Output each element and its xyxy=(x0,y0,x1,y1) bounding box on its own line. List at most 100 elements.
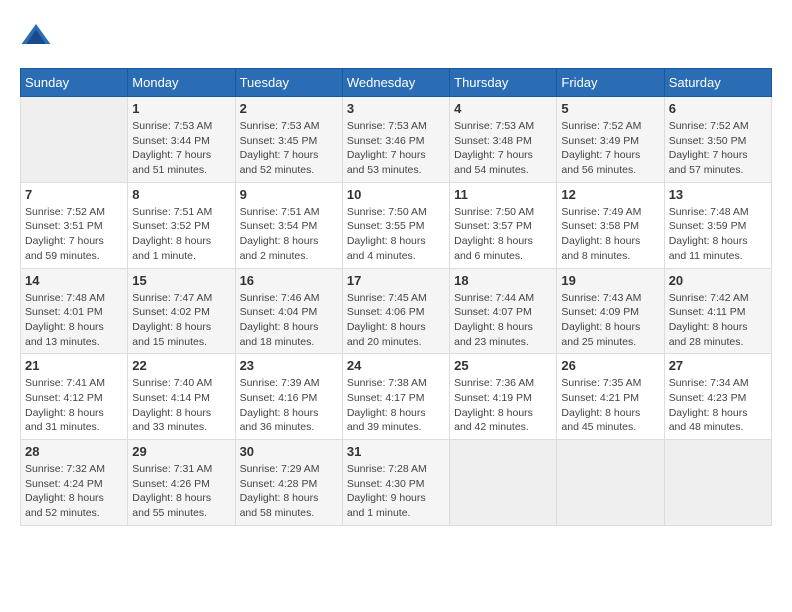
day-number: 11 xyxy=(454,187,552,202)
day-number: 2 xyxy=(240,101,338,116)
day-number: 9 xyxy=(240,187,338,202)
calendar-week-row: 14Sunrise: 7:48 AMSunset: 4:01 PMDayligh… xyxy=(21,268,772,354)
day-info: Sunrise: 7:35 AMSunset: 4:21 PMDaylight:… xyxy=(561,376,659,435)
day-header-saturday: Saturday xyxy=(664,69,771,97)
day-number: 17 xyxy=(347,273,445,288)
day-number: 18 xyxy=(454,273,552,288)
day-header-wednesday: Wednesday xyxy=(342,69,449,97)
calendar-table: SundayMondayTuesdayWednesdayThursdayFrid… xyxy=(20,68,772,526)
day-number: 13 xyxy=(669,187,767,202)
calendar-cell: 5Sunrise: 7:52 AMSunset: 3:49 PMDaylight… xyxy=(557,97,664,183)
day-info: Sunrise: 7:44 AMSunset: 4:07 PMDaylight:… xyxy=(454,291,552,350)
calendar-cell: 17 Sunrise: 7:45 AMSunset: 4:06 PMDayligh… xyxy=(342,268,449,354)
calendar-cell: 1 Sunrise: 7:53 AMSunset: 3:44 PMDaylight… xyxy=(128,97,235,183)
day-number: 10 xyxy=(347,187,445,202)
day-number: 16 xyxy=(240,273,338,288)
calendar-cell xyxy=(664,440,771,526)
calendar-cell: 31 Sunrise: 7:28 AMSunset: 4:30 PMDayligh… xyxy=(342,440,449,526)
day-info: Sunrise: 7:53 AMSunset: 3:48 PMDaylight:… xyxy=(454,119,552,178)
day-info: Sunrise: 7:40 AMSunset: 4:14 PMDaylight:… xyxy=(132,376,230,435)
day-number: 25 xyxy=(454,358,552,373)
day-info: Sunrise: 7:43 AMSunset: 4:09 PMDaylight:… xyxy=(561,291,659,350)
day-info: Sunrise: 7:39 AMSunset: 4:16 PMDaylight:… xyxy=(240,376,338,435)
day-number: 4 xyxy=(454,101,552,116)
day-info: Sunrise: 7:41 AMSunset: 4:12 PMDaylight:… xyxy=(25,376,123,435)
day-header-sunday: Sunday xyxy=(21,69,128,97)
day-info: Sunrise: 7:45 AMSunset: 4:06 PMDaylight:… xyxy=(347,291,445,350)
day-number: 31 xyxy=(347,444,445,459)
calendar-cell: 8Sunrise: 7:51 AMSunset: 3:52 PMDaylight… xyxy=(128,182,235,268)
day-header-tuesday: Tuesday xyxy=(235,69,342,97)
day-info: Sunrise: 7:53 AMSunset: 3:45 PMDaylight:… xyxy=(240,119,338,178)
day-number: 29 xyxy=(132,444,230,459)
day-number: 30 xyxy=(240,444,338,459)
calendar-cell: 29 Sunrise: 7:31 AMSunset: 4:26 PMDayligh… xyxy=(128,440,235,526)
calendar-cell: 9 Sunrise: 7:51 AMSunset: 3:54 PMDaylight… xyxy=(235,182,342,268)
calendar-header-row: SundayMondayTuesdayWednesdayThursdayFrid… xyxy=(21,69,772,97)
calendar-week-row: 21 Sunrise: 7:41 AMSunset: 4:12 PMDayligh… xyxy=(21,354,772,440)
day-number: 22 xyxy=(132,358,230,373)
calendar-cell: 18 Sunrise: 7:44 AMSunset: 4:07 PMDayligh… xyxy=(450,268,557,354)
calendar-cell: 30 Sunrise: 7:29 AMSunset: 4:28 PMDayligh… xyxy=(235,440,342,526)
day-number: 8 xyxy=(132,187,230,202)
calendar-cell: 24 Sunrise: 7:38 AMSunset: 4:17 PMDayligh… xyxy=(342,354,449,440)
calendar-cell: 2 Sunrise: 7:53 AMSunset: 3:45 PMDaylight… xyxy=(235,97,342,183)
day-info: Sunrise: 7:51 AMSunset: 3:54 PMDaylight:… xyxy=(240,205,338,264)
day-info: Sunrise: 7:46 AMSunset: 4:04 PMDaylight:… xyxy=(240,291,338,350)
day-info: Sunrise: 7:38 AMSunset: 4:17 PMDaylight:… xyxy=(347,376,445,435)
day-number: 12 xyxy=(561,187,659,202)
day-info: Sunrise: 7:32 AMSunset: 4:24 PMDaylight:… xyxy=(25,462,123,521)
day-number: 14 xyxy=(25,273,123,288)
day-info: Sunrise: 7:52 AMSunset: 3:51 PMDaylight:… xyxy=(25,205,123,264)
day-info: Sunrise: 7:29 AMSunset: 4:28 PMDaylight:… xyxy=(240,462,338,521)
calendar-cell: 14Sunrise: 7:48 AMSunset: 4:01 PMDayligh… xyxy=(21,268,128,354)
calendar-cell: 6 Sunrise: 7:52 AMSunset: 3:50 PMDaylight… xyxy=(664,97,771,183)
day-info: Sunrise: 7:49 AMSunset: 3:58 PMDaylight:… xyxy=(561,205,659,264)
calendar-cell: 25 Sunrise: 7:36 AMSunset: 4:19 PMDayligh… xyxy=(450,354,557,440)
day-info: Sunrise: 7:50 AMSunset: 3:57 PMDaylight:… xyxy=(454,205,552,264)
calendar-cell xyxy=(557,440,664,526)
calendar-cell: 28 Sunrise: 7:32 AMSunset: 4:24 PMDayligh… xyxy=(21,440,128,526)
day-number: 24 xyxy=(347,358,445,373)
day-info: Sunrise: 7:52 AMSunset: 3:50 PMDaylight:… xyxy=(669,119,767,178)
calendar-cell: 7 Sunrise: 7:52 AMSunset: 3:51 PMDaylight… xyxy=(21,182,128,268)
calendar-cell: 20Sunrise: 7:42 AMSunset: 4:11 PMDayligh… xyxy=(664,268,771,354)
calendar-week-row: 28 Sunrise: 7:32 AMSunset: 4:24 PMDayligh… xyxy=(21,440,772,526)
calendar-cell: 13 Sunrise: 7:48 AMSunset: 3:59 PMDayligh… xyxy=(664,182,771,268)
calendar-week-row: 1 Sunrise: 7:53 AMSunset: 3:44 PMDaylight… xyxy=(21,97,772,183)
day-info: Sunrise: 7:47 AMSunset: 4:02 PMDaylight:… xyxy=(132,291,230,350)
day-number: 7 xyxy=(25,187,123,202)
day-info: Sunrise: 7:52 AMSunset: 3:49 PMDaylight:… xyxy=(561,119,659,178)
day-info: Sunrise: 7:42 AMSunset: 4:11 PMDaylight:… xyxy=(669,291,767,350)
day-number: 1 xyxy=(132,101,230,116)
day-info: Sunrise: 7:53 AMSunset: 3:44 PMDaylight:… xyxy=(132,119,230,178)
day-number: 28 xyxy=(25,444,123,459)
day-info: Sunrise: 7:48 AMSunset: 3:59 PMDaylight:… xyxy=(669,205,767,264)
day-number: 19 xyxy=(561,273,659,288)
day-number: 6 xyxy=(669,101,767,116)
page-header xyxy=(20,20,772,52)
day-number: 23 xyxy=(240,358,338,373)
calendar-cell: 4 Sunrise: 7:53 AMSunset: 3:48 PMDaylight… xyxy=(450,97,557,183)
calendar-cell: 11 Sunrise: 7:50 AMSunset: 3:57 PMDayligh… xyxy=(450,182,557,268)
calendar-cell: 3Sunrise: 7:53 AMSunset: 3:46 PMDaylight… xyxy=(342,97,449,183)
calendar-cell: 15Sunrise: 7:47 AMSunset: 4:02 PMDayligh… xyxy=(128,268,235,354)
day-number: 3 xyxy=(347,101,445,116)
logo-icon xyxy=(20,20,52,52)
day-info: Sunrise: 7:50 AMSunset: 3:55 PMDaylight:… xyxy=(347,205,445,264)
calendar-cell: 10 Sunrise: 7:50 AMSunset: 3:55 PMDayligh… xyxy=(342,182,449,268)
calendar-cell: 26 Sunrise: 7:35 AMSunset: 4:21 PMDayligh… xyxy=(557,354,664,440)
day-number: 21 xyxy=(25,358,123,373)
day-info: Sunrise: 7:36 AMSunset: 4:19 PMDaylight:… xyxy=(454,376,552,435)
day-info: Sunrise: 7:31 AMSunset: 4:26 PMDaylight:… xyxy=(132,462,230,521)
day-info: Sunrise: 7:28 AMSunset: 4:30 PMDaylight:… xyxy=(347,462,445,521)
logo xyxy=(20,20,56,52)
calendar-cell xyxy=(21,97,128,183)
calendar-cell: 21 Sunrise: 7:41 AMSunset: 4:12 PMDayligh… xyxy=(21,354,128,440)
calendar-cell: 16 Sunrise: 7:46 AMSunset: 4:04 PMDayligh… xyxy=(235,268,342,354)
day-header-friday: Friday xyxy=(557,69,664,97)
day-number: 26 xyxy=(561,358,659,373)
calendar-cell: 22 Sunrise: 7:40 AMSunset: 4:14 PMDayligh… xyxy=(128,354,235,440)
calendar-cell xyxy=(450,440,557,526)
calendar-cell: 12 Sunrise: 7:49 AMSunset: 3:58 PMDayligh… xyxy=(557,182,664,268)
